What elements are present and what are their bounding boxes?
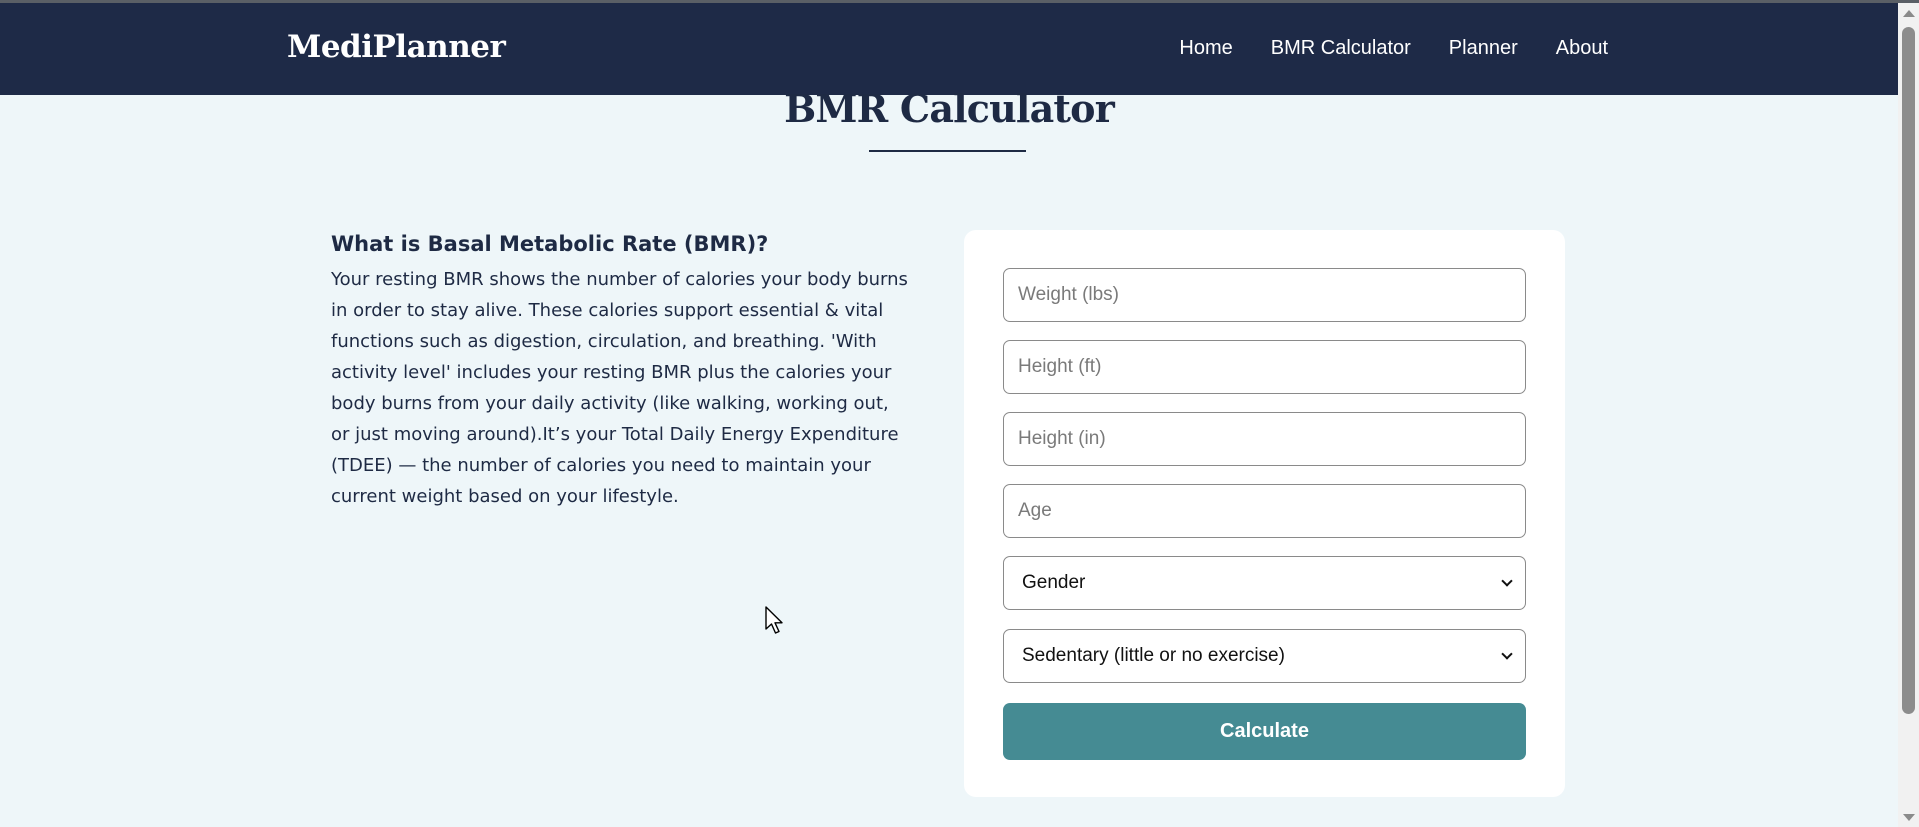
main-nav: Home BMR Calculator Planner About [1179, 37, 1608, 60]
gender-select[interactable]: Gender [1003, 556, 1526, 610]
info-heading: What is Basal Metabolic Rate (BMR)? [331, 232, 769, 256]
title-underline-divider [869, 150, 1026, 152]
nav-link-planner[interactable]: Planner [1449, 37, 1518, 60]
gender-select-value: Gender [1022, 572, 1086, 593]
nav-link-about[interactable]: About [1556, 37, 1608, 60]
scroll-down-arrow-icon[interactable] [1903, 814, 1915, 821]
nav-link-bmr-calculator[interactable]: BMR Calculator [1271, 37, 1411, 60]
calculate-button[interactable]: Calculate [1003, 703, 1526, 760]
weight-input[interactable] [1003, 268, 1526, 322]
vertical-scrollbar[interactable] [1898, 3, 1919, 827]
scroll-up-arrow-icon[interactable] [1903, 10, 1915, 17]
mouse-pointer-icon [765, 606, 783, 634]
height-in-input[interactable] [1003, 412, 1526, 466]
navbar: MediPlanner Home BMR Calculator Planner … [0, 3, 1898, 95]
bmr-info-section: What is Basal Metabolic Rate (BMR)? Your… [331, 232, 911, 512]
bmr-form-card: Gender Sedentary (little or no exercise)… [964, 230, 1565, 797]
age-input[interactable] [1003, 484, 1526, 538]
nav-link-home[interactable]: Home [1179, 37, 1232, 60]
activity-select-value: Sedentary (little or no exercise) [1022, 645, 1285, 666]
activity-level-select[interactable]: Sedentary (little or no exercise) [1003, 629, 1526, 683]
info-body: Your resting BMR shows the number of cal… [331, 269, 908, 507]
page-title: BMR Calculator [784, 86, 1115, 131]
chevron-down-icon [1501, 575, 1513, 587]
chevron-down-icon [1501, 648, 1513, 660]
scrollbar-thumb[interactable] [1902, 27, 1915, 714]
height-ft-input[interactable] [1003, 340, 1526, 394]
brand-logo[interactable]: MediPlanner [287, 29, 506, 65]
